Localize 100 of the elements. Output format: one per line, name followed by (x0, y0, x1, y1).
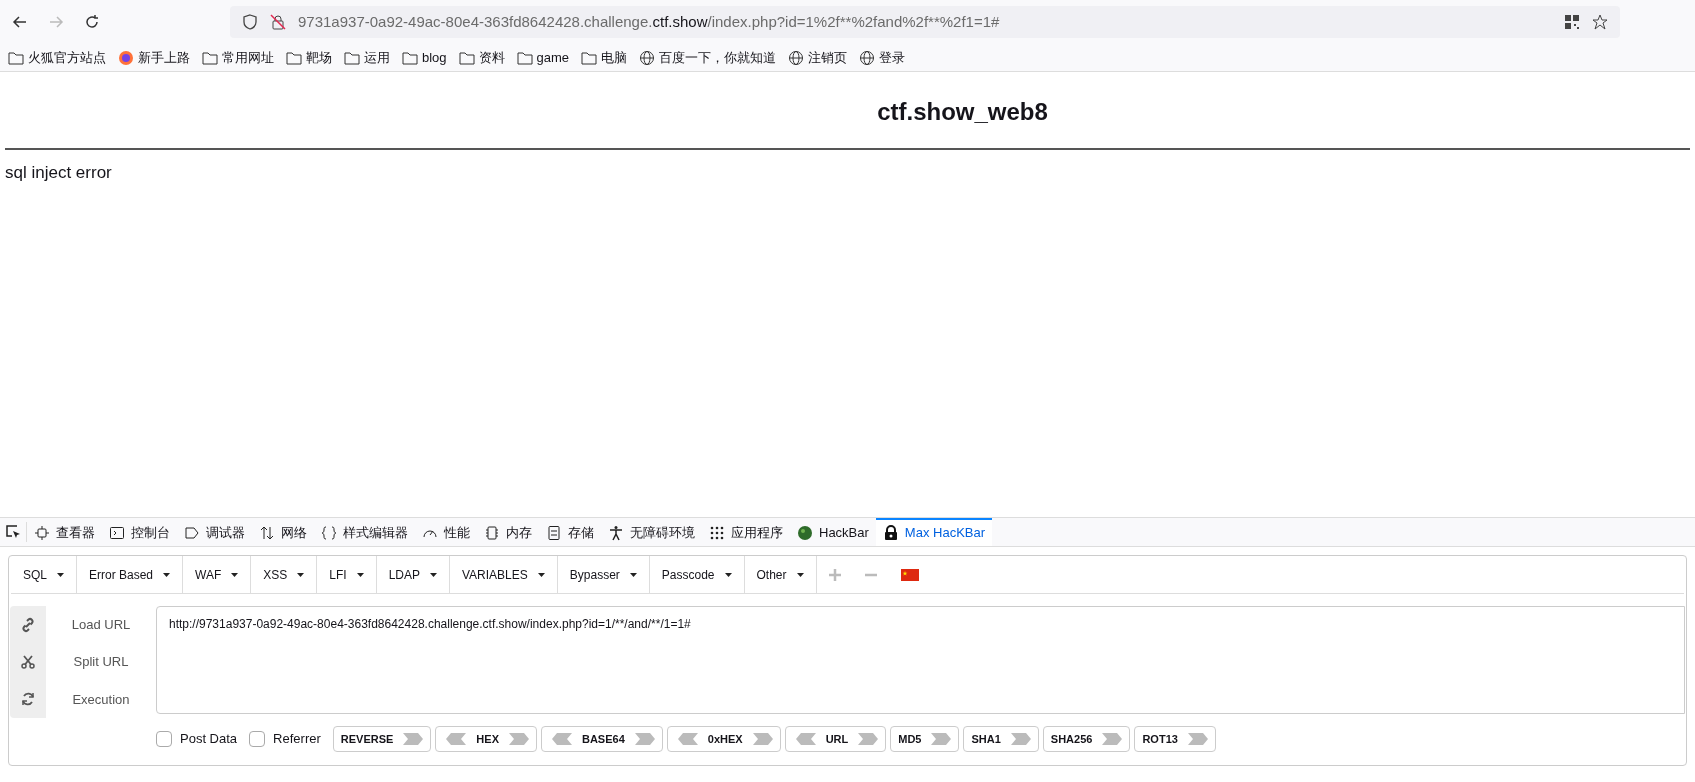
bookmark-link[interactable]: 电脑 (601, 47, 628, 68)
action-button[interactable]: Split URL (73, 652, 129, 672)
caret-icon (796, 572, 804, 577)
encode-button[interactable]: 0xHEX (666, 726, 781, 752)
browser-logo-icon (118, 49, 134, 66)
encode-button[interactable]: URL (784, 726, 887, 752)
element-picker-icon[interactable] (5, 524, 21, 540)
devtools-tab[interactable]: 内存 (477, 518, 539, 546)
message-text: sql inject error (4, 162, 113, 184)
link-icon[interactable] (20, 616, 36, 633)
caret-icon (297, 572, 305, 577)
network-arrows-icon (259, 525, 275, 541)
reload-icon[interactable] (84, 14, 100, 30)
debugger-icon (184, 525, 200, 541)
devtools-tab[interactable]: 网络 (252, 518, 314, 546)
action-button[interactable]: Execution (72, 689, 130, 710)
globe-icon (639, 49, 656, 66)
bookmark-link[interactable]: 资料 (478, 47, 505, 68)
encode-button[interactable]: HEX (435, 726, 537, 752)
url-input[interactable]: http://9731a937-0a92-49ac-80e4-363fd8642428.challenge.ctf.show/index.php?id=1/**/and/**/1=1# (156, 606, 1685, 714)
left-chevron-icon (677, 733, 698, 745)
folder-icon (402, 49, 418, 66)
folder-icon (202, 49, 218, 66)
scissors-icon[interactable] (20, 654, 36, 670)
devtools-tab[interactable]: 查看器 (27, 518, 102, 546)
bookmark-link[interactable]: 靶场 (306, 47, 332, 68)
dropdown-menu-button[interactable]: LDAP (376, 556, 450, 593)
bookmark-link[interactable]: 登录 (879, 47, 906, 68)
right-chevron-icon (858, 733, 879, 745)
right-chevron-icon (752, 733, 773, 745)
folder-icon (516, 49, 533, 66)
encode-button[interactable]: BASE64 (541, 726, 663, 752)
dropdown-menu-button[interactable]: WAF (183, 556, 252, 593)
encode-button[interactable]: REVERSE (332, 726, 432, 752)
caret-icon (430, 572, 437, 577)
dropdown-menu-button[interactable]: Passcode (649, 556, 745, 593)
refresh-icon[interactable] (20, 691, 36, 708)
grid-dots-icon (709, 525, 725, 541)
bookmark-link[interactable]: 百度一下，你就知道 (659, 47, 777, 68)
dropdown-menu-button[interactable]: VARIABLES (450, 556, 558, 593)
dropdown-menu-button[interactable]: Error Based (77, 556, 184, 593)
folder-icon (344, 49, 360, 66)
bookmark-link[interactable]: 新手上路 (138, 47, 190, 68)
left-chevron-icon (552, 733, 572, 745)
dropdown-menu-button[interactable]: Bypasser (557, 556, 650, 593)
bookmark-link[interactable]: 常用网址 (222, 47, 274, 68)
right-chevron-icon (931, 733, 952, 745)
devtools-tab[interactable]: HackBar (790, 518, 876, 546)
left-chevron-icon (795, 733, 816, 745)
folder-icon (581, 49, 598, 66)
encode-button[interactable]: SHA1 (963, 726, 1039, 752)
address-bar[interactable]: 9731a937-0a92-49ac-80e4-363fd8642428.challenge.ctf.show/index.php?id=1%2f**%2fand%2f**%2f1=1# (230, 6, 1620, 38)
encode-button[interactable]: MD5 (890, 726, 960, 752)
devtools-tab[interactable]: 无障碍环境 (601, 518, 702, 546)
padlock-icon (882, 525, 899, 541)
checkbox[interactable] (249, 731, 266, 747)
qr-code-icon[interactable] (1564, 14, 1580, 30)
right-chevron-icon (634, 733, 655, 745)
caret-icon (537, 572, 545, 577)
right-chevron-icon (1102, 733, 1123, 745)
ball-logo-icon (797, 525, 813, 541)
caret-icon (356, 572, 364, 577)
back-icon[interactable] (12, 14, 28, 30)
devtools-tab[interactable]: 应用程序 (702, 518, 790, 546)
dropdown-menu-button[interactable]: Other (744, 556, 817, 593)
bookmark-link[interactable]: game (536, 47, 570, 68)
devtools-tab[interactable]: 性能 (415, 518, 477, 546)
dropdown-menu-button[interactable]: XSS (251, 556, 318, 593)
bookmark-link[interactable]: 注销页 (808, 47, 848, 68)
caret-icon (724, 572, 732, 577)
right-chevron-icon (1010, 733, 1031, 745)
encode-button[interactable]: SHA256 (1042, 726, 1131, 752)
bookmark-link[interactable]: 火狐官方站点 (28, 47, 106, 68)
braces-icon (321, 525, 337, 541)
devtools-tab[interactable]: 存储 (539, 518, 601, 546)
right-chevron-icon (509, 733, 529, 745)
dropdown-menu-button[interactable]: SQL (11, 556, 77, 593)
checkbox-label: Referrer (273, 730, 321, 749)
devtools-tab[interactable]: Max HacKBar (875, 518, 993, 546)
shield-icon (242, 14, 258, 30)
chip-icon (484, 525, 500, 541)
page-title: ctf.show_web8 (876, 97, 1049, 127)
right-chevron-icon (403, 733, 424, 745)
devtools-tab[interactable]: 样式编辑器 (314, 518, 415, 546)
dropdown-menu-button[interactable]: LFI (317, 556, 377, 593)
devtools-tab[interactable]: 控制台 (102, 518, 177, 546)
encode-button[interactable]: ROT13 (1134, 726, 1216, 752)
left-chevron-icon (446, 733, 467, 745)
bookmark-link[interactable]: 运用 (364, 47, 390, 68)
caret-icon (629, 572, 637, 577)
folder-icon (458, 49, 475, 66)
action-button[interactable]: Load URL (71, 614, 131, 635)
bookmark-link[interactable]: blog (422, 47, 447, 68)
devtools-tab[interactable]: 调试器 (177, 518, 252, 546)
checkbox[interactable] (156, 731, 172, 747)
url-text: 9731a937-0a92-49ac-80e4-363fd8642428.challenge.ctf.show/index.php?id=1%2f**%2fand%2f**%2f1=1# (298, 11, 1000, 32)
star-icon[interactable] (1592, 14, 1608, 30)
flag-icon[interactable] (900, 568, 919, 581)
console-icon (109, 525, 125, 541)
caret-icon (231, 572, 239, 577)
